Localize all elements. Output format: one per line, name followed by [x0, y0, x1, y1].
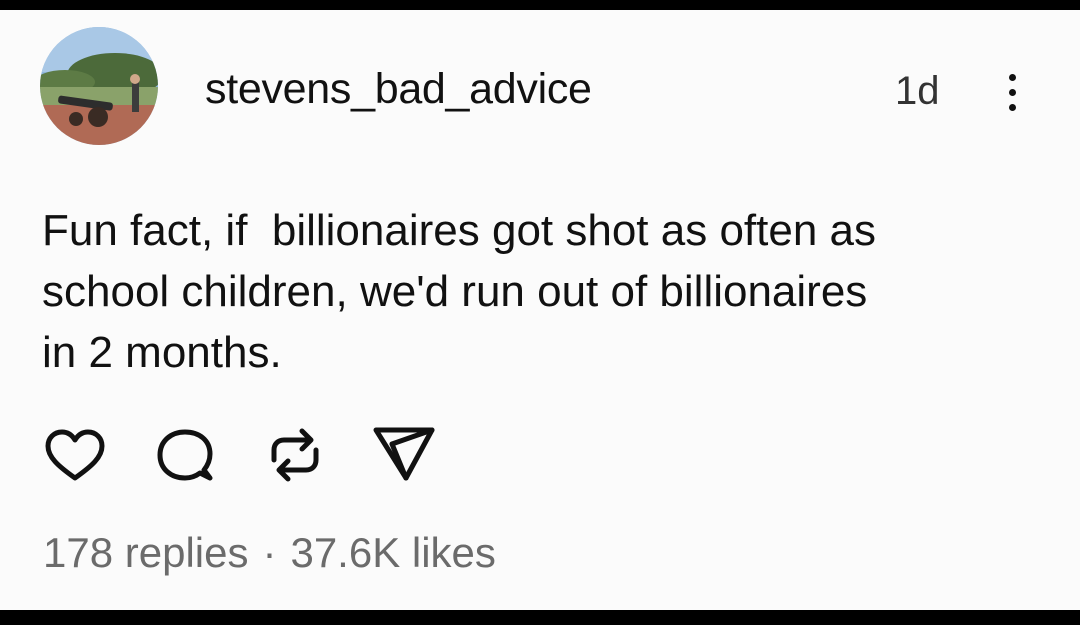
post-text: Fun fact, if billionaires got shot as of… [42, 206, 877, 377]
post-time: 1d [895, 69, 940, 113]
share-button[interactable] [370, 420, 440, 490]
avatar-image [40, 27, 158, 145]
comment-icon [157, 429, 213, 481]
repost-button[interactable] [260, 420, 330, 490]
repost-icon [271, 428, 319, 482]
post-stats: 178 replies · 37.6K likes [43, 529, 496, 577]
like-button[interactable] [40, 420, 110, 490]
reply-button[interactable] [150, 420, 220, 490]
replies-count[interactable]: 178 replies [43, 529, 248, 576]
post-card: stevens_bad_advice 1d Fun fact, if billi… [0, 10, 1080, 610]
screenshot-frame: stevens_bad_advice 1d Fun fact, if billi… [0, 0, 1080, 625]
username[interactable]: stevens_bad_advice [205, 65, 592, 114]
heart-icon [45, 429, 105, 481]
more-vertical-icon[interactable] [994, 66, 1030, 118]
stats-separator: · [262, 529, 277, 576]
avatar[interactable] [40, 27, 158, 145]
send-icon [373, 427, 435, 481]
likes-count[interactable]: 37.6K likes [290, 529, 495, 576]
